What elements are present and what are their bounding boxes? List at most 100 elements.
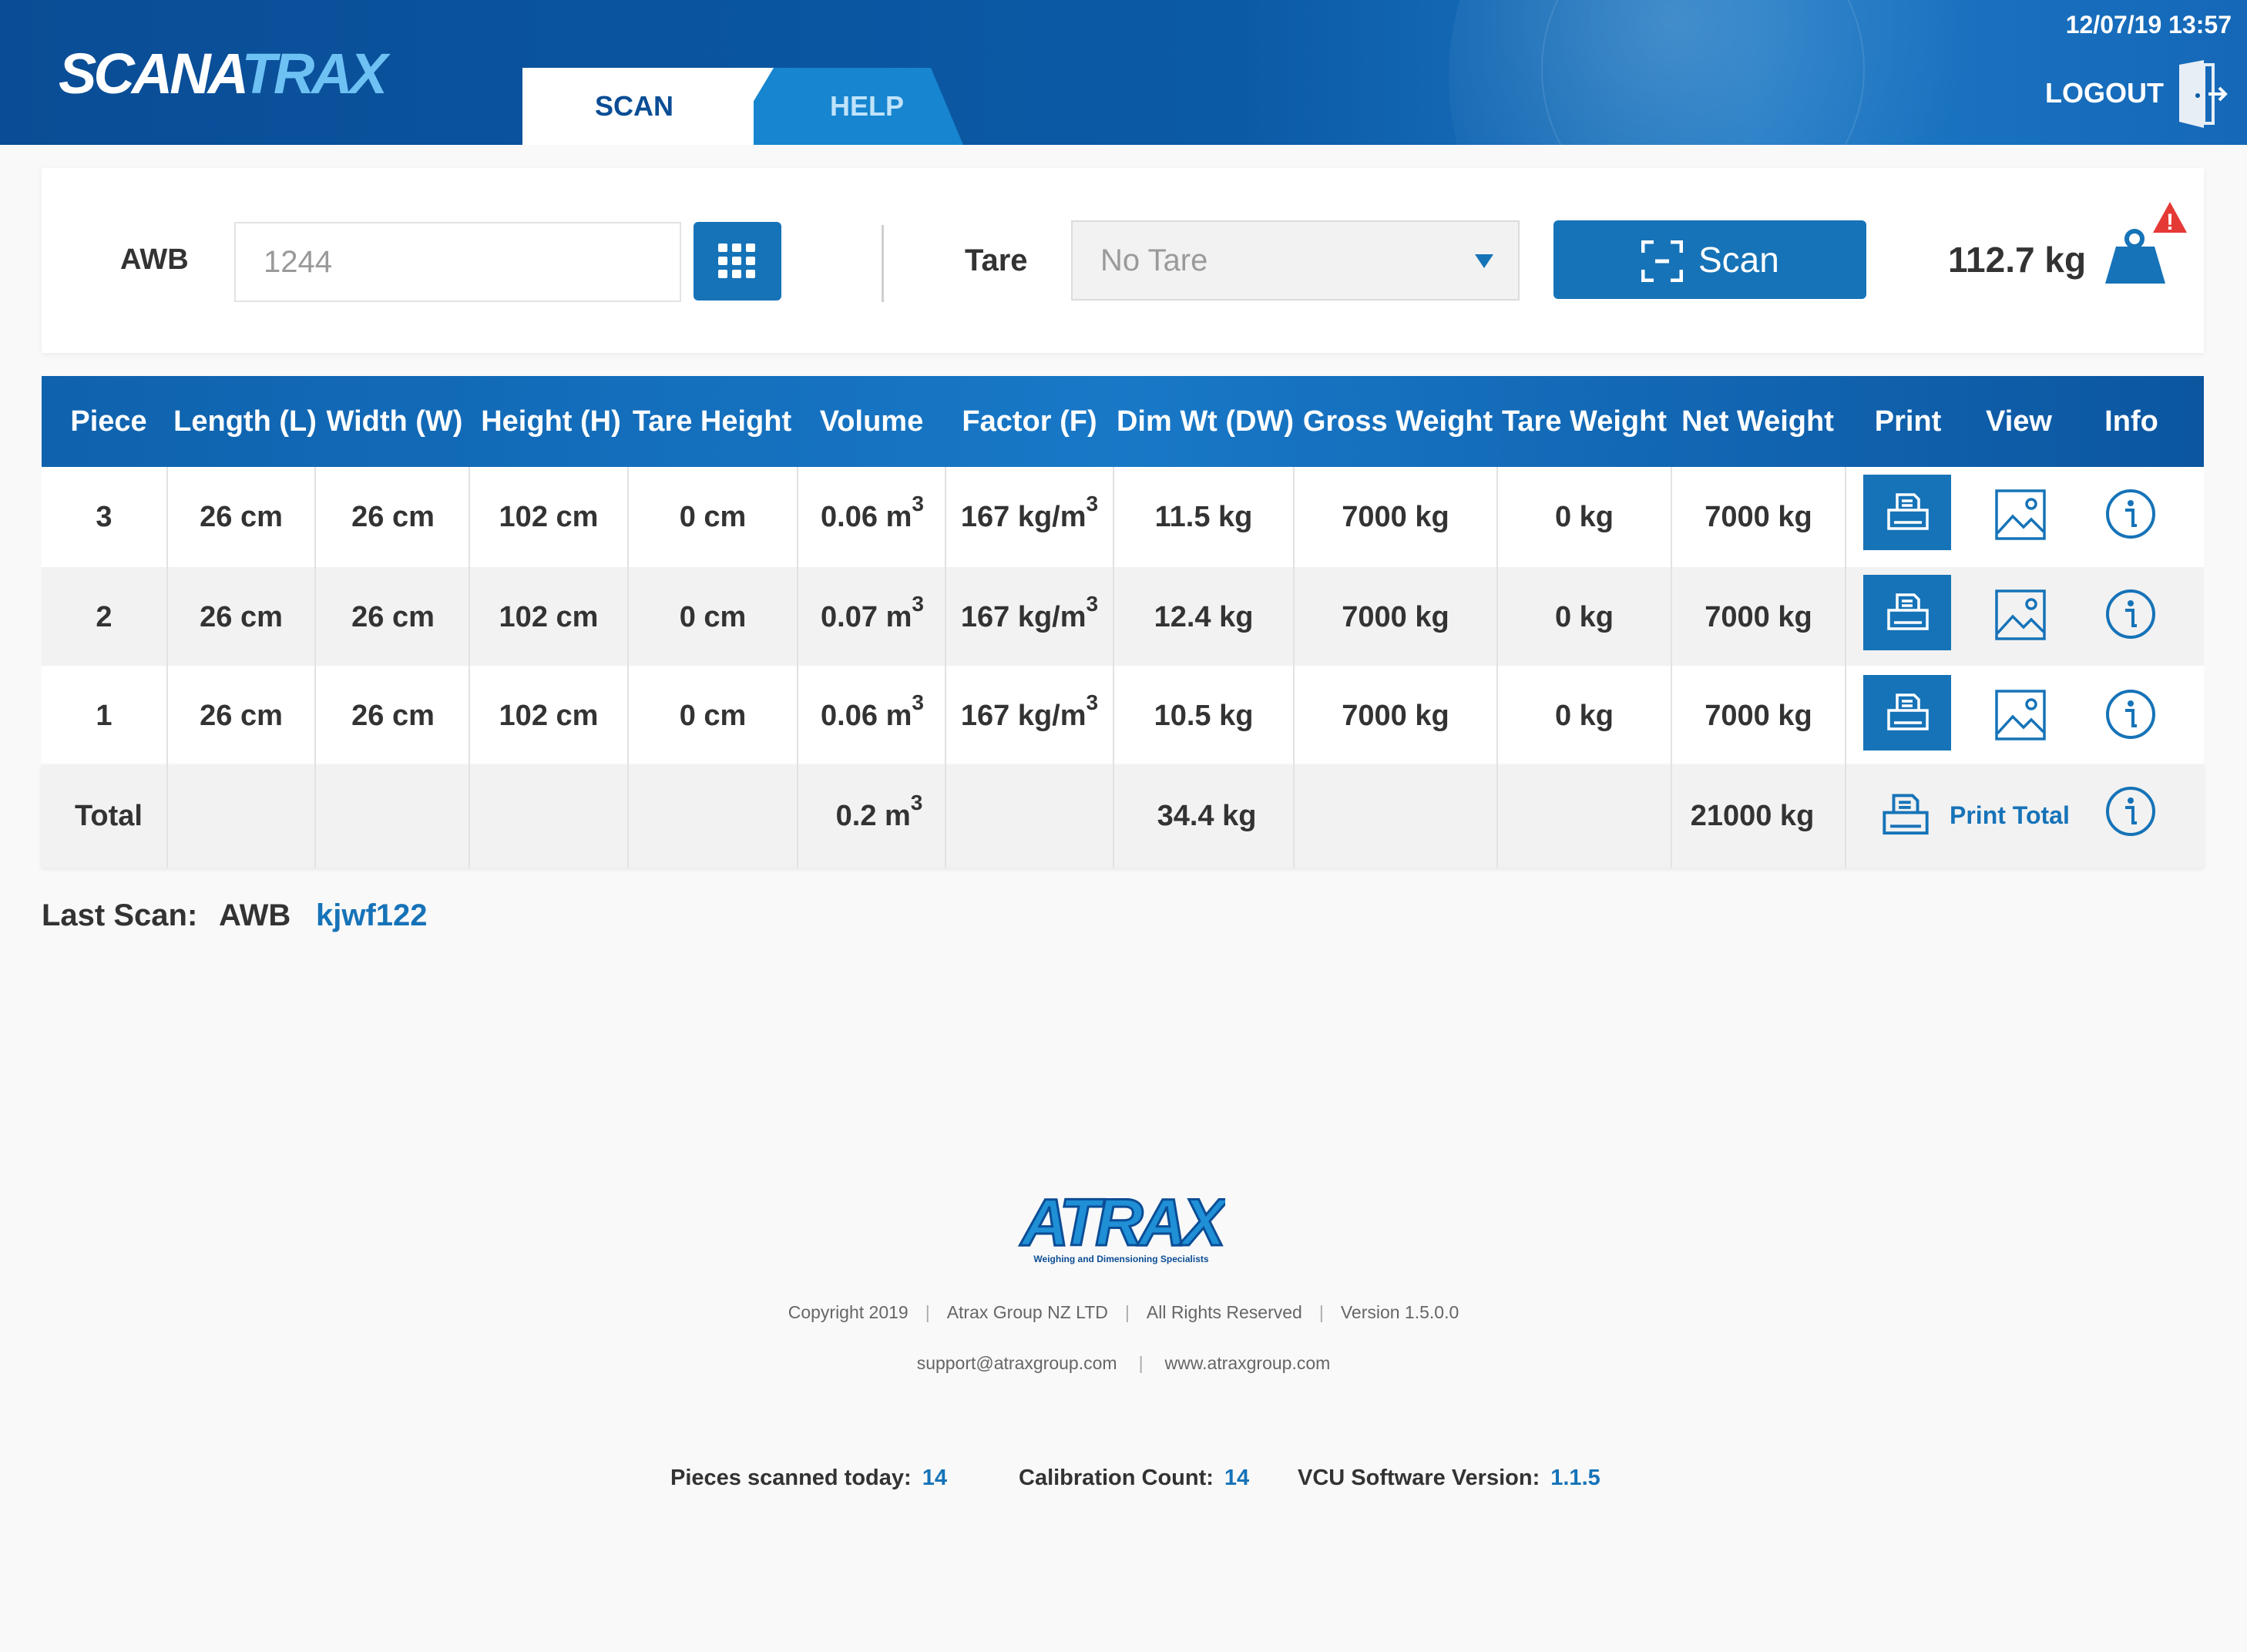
version-text: Version 1.5.0.0 — [1340, 1302, 1459, 1322]
cell-tare-height: 0 cm — [679, 601, 747, 633]
cell-piece: 2 — [96, 601, 113, 633]
cell-factor-value: 167 kg/m — [960, 501, 1087, 533]
col-header-net-weight: Net Weight — [1681, 405, 1834, 438]
tab-help-label[interactable]: HELP — [778, 68, 956, 145]
cell-factor-exp: 3 — [1086, 690, 1099, 715]
awb-label: AWB — [120, 243, 189, 276]
cell-width: 26 cm — [351, 601, 435, 633]
cell-volume: 0.06 m3 — [798, 467, 946, 567]
last-scan-type: AWB — [219, 898, 291, 932]
cell-gross-weight: 7000 kg — [1342, 601, 1449, 633]
image-icon[interactable] — [1994, 489, 2047, 541]
print-icon — [1887, 493, 1929, 530]
footer-separator: | — [925, 1302, 930, 1322]
cell-volume-value: 0.06 m — [821, 501, 912, 533]
cell-factor-exp: 3 — [1086, 492, 1099, 516]
cell-width: 26 cm — [351, 501, 435, 533]
header-globe-ring — [1541, 0, 1865, 145]
last-scan-label: Last Scan: — [42, 898, 198, 932]
weight-icon: ! — [2105, 202, 2187, 284]
logout-door-icon[interactable] — [2176, 60, 2229, 128]
col-header-dim-wt: Dim Wt (DW) — [1116, 405, 1295, 438]
col-header-view: View — [1986, 405, 2052, 438]
cell-width: 26 cm — [351, 700, 435, 732]
atrax-logo: ATRAX Weighing and Dimensioning Speciali… — [1019, 1191, 1225, 1264]
alert-mark: ! — [2166, 210, 2174, 235]
atrax-logo-text: ATRAX — [1019, 1191, 1225, 1260]
cell-length: 26 cm — [200, 601, 283, 633]
awb-input[interactable] — [234, 222, 681, 302]
cell-volume-value: 0.06 m — [821, 700, 912, 732]
stat-vcu-version: VCU Software Version: 1.1.5 — [1298, 1466, 1600, 1491]
total-volume-value: 0.2 m — [835, 800, 911, 832]
col-header-gross-weight: Gross Weight — [1302, 405, 1493, 438]
current-weight: 112.7 kg — [1948, 240, 2087, 280]
tab-scan-label[interactable]: SCAN — [522, 68, 746, 145]
cell-net-weight: 7000 kg — [1705, 700, 1812, 732]
scan-button[interactable]: Scan — [1553, 220, 1866, 299]
copyright-line: Copyright 2019 | Atrax Group NZ LTD | All Ri… — [0, 1302, 2247, 1323]
support-email-link[interactable]: support@atraxgroup.com — [917, 1353, 1117, 1373]
image-icon[interactable] — [1994, 689, 2047, 741]
logout-button[interactable]: LOGOUT — [2045, 77, 2164, 109]
rights-text: All Rights Reserved — [1146, 1302, 1302, 1322]
company-text: Atrax Group NZ LTD — [946, 1302, 1108, 1322]
footer-separator: | — [1124, 1302, 1130, 1322]
total-label: Total — [75, 800, 143, 832]
cell-length: 26 cm — [200, 700, 283, 732]
image-icon[interactable] — [1994, 589, 2047, 641]
cell-dim-wt: 10.5 kg — [1154, 700, 1254, 732]
tare-select[interactable]: No Tare — [1071, 220, 1520, 301]
cell-tare-weight: 0 kg — [1554, 501, 1614, 533]
scan-button-label: Scan — [1698, 240, 1779, 280]
total-volume-exp: 3 — [910, 791, 923, 815]
keypad-button[interactable] — [694, 222, 781, 301]
logo-part-2: TRAX — [241, 42, 388, 106]
col-header-tare-weight: Tare Weight — [1502, 405, 1667, 438]
cell-height: 102 cm — [499, 700, 599, 732]
info-icon[interactable] — [2105, 589, 2156, 640]
atrax-tagline: Weighing and Dimensioning Specialists — [1033, 1254, 1208, 1264]
website-link[interactable]: www.atraxgroup.com — [1165, 1353, 1331, 1373]
cell-gross-weight: 7000 kg — [1342, 501, 1449, 533]
print-icon — [1887, 593, 1929, 630]
stat-label: VCU Software Version: — [1298, 1466, 1540, 1490]
col-header-height: Height (H) — [481, 405, 621, 438]
cell-factor: 167 kg/m3 — [946, 666, 1113, 766]
print-icon[interactable] — [1882, 792, 1930, 840]
cell-height: 102 cm — [499, 501, 599, 533]
total-dim-wt: 34.4 kg — [1157, 800, 1257, 832]
cell-piece: 1 — [96, 700, 113, 732]
cell-tare-weight: 0 kg — [1554, 700, 1614, 732]
app-logo: SCANATRAX — [59, 42, 388, 106]
print-button[interactable] — [1863, 575, 1951, 650]
scan-frame-icon — [1641, 240, 1683, 282]
total-volume: 0.2 m3 — [798, 766, 960, 866]
cell-volume: 0.07 m3 — [798, 567, 946, 667]
logo-part-1: SCANA — [59, 42, 245, 106]
cell-volume-value: 0.07 m — [821, 601, 912, 633]
stat-pieces-scanned: Pieces scanned today: 14 — [670, 1466, 947, 1491]
tare-selected-value: No Tare — [1100, 243, 1208, 277]
print-icon — [1887, 693, 1929, 730]
cell-net-weight: 7000 kg — [1705, 501, 1812, 533]
stat-value: 1.1.5 — [1550, 1466, 1600, 1490]
info-icon[interactable] — [2105, 786, 2156, 837]
cell-factor: 167 kg/m3 — [946, 467, 1113, 567]
total-net-weight: 21000 kg — [1690, 800, 1815, 832]
info-icon[interactable] — [2105, 689, 2156, 740]
info-icon[interactable] — [2105, 489, 2156, 539]
column-divider — [1845, 467, 1846, 868]
print-button[interactable] — [1863, 475, 1951, 550]
print-total-button[interactable]: Print Total — [1950, 801, 2070, 830]
cell-tare-height: 0 cm — [679, 700, 747, 732]
copyright-text: Copyright 2019 — [788, 1302, 909, 1322]
cell-factor-exp: 3 — [1086, 592, 1099, 616]
col-header-volume: Volume — [819, 405, 924, 438]
scan-bar-divider — [882, 225, 884, 302]
cell-length: 26 cm — [200, 501, 283, 533]
tare-label: Tare — [965, 243, 1028, 277]
last-scan-value[interactable]: kjwf122 — [316, 898, 428, 933]
print-button[interactable] — [1863, 675, 1951, 750]
chevron-down-icon — [1475, 254, 1493, 268]
